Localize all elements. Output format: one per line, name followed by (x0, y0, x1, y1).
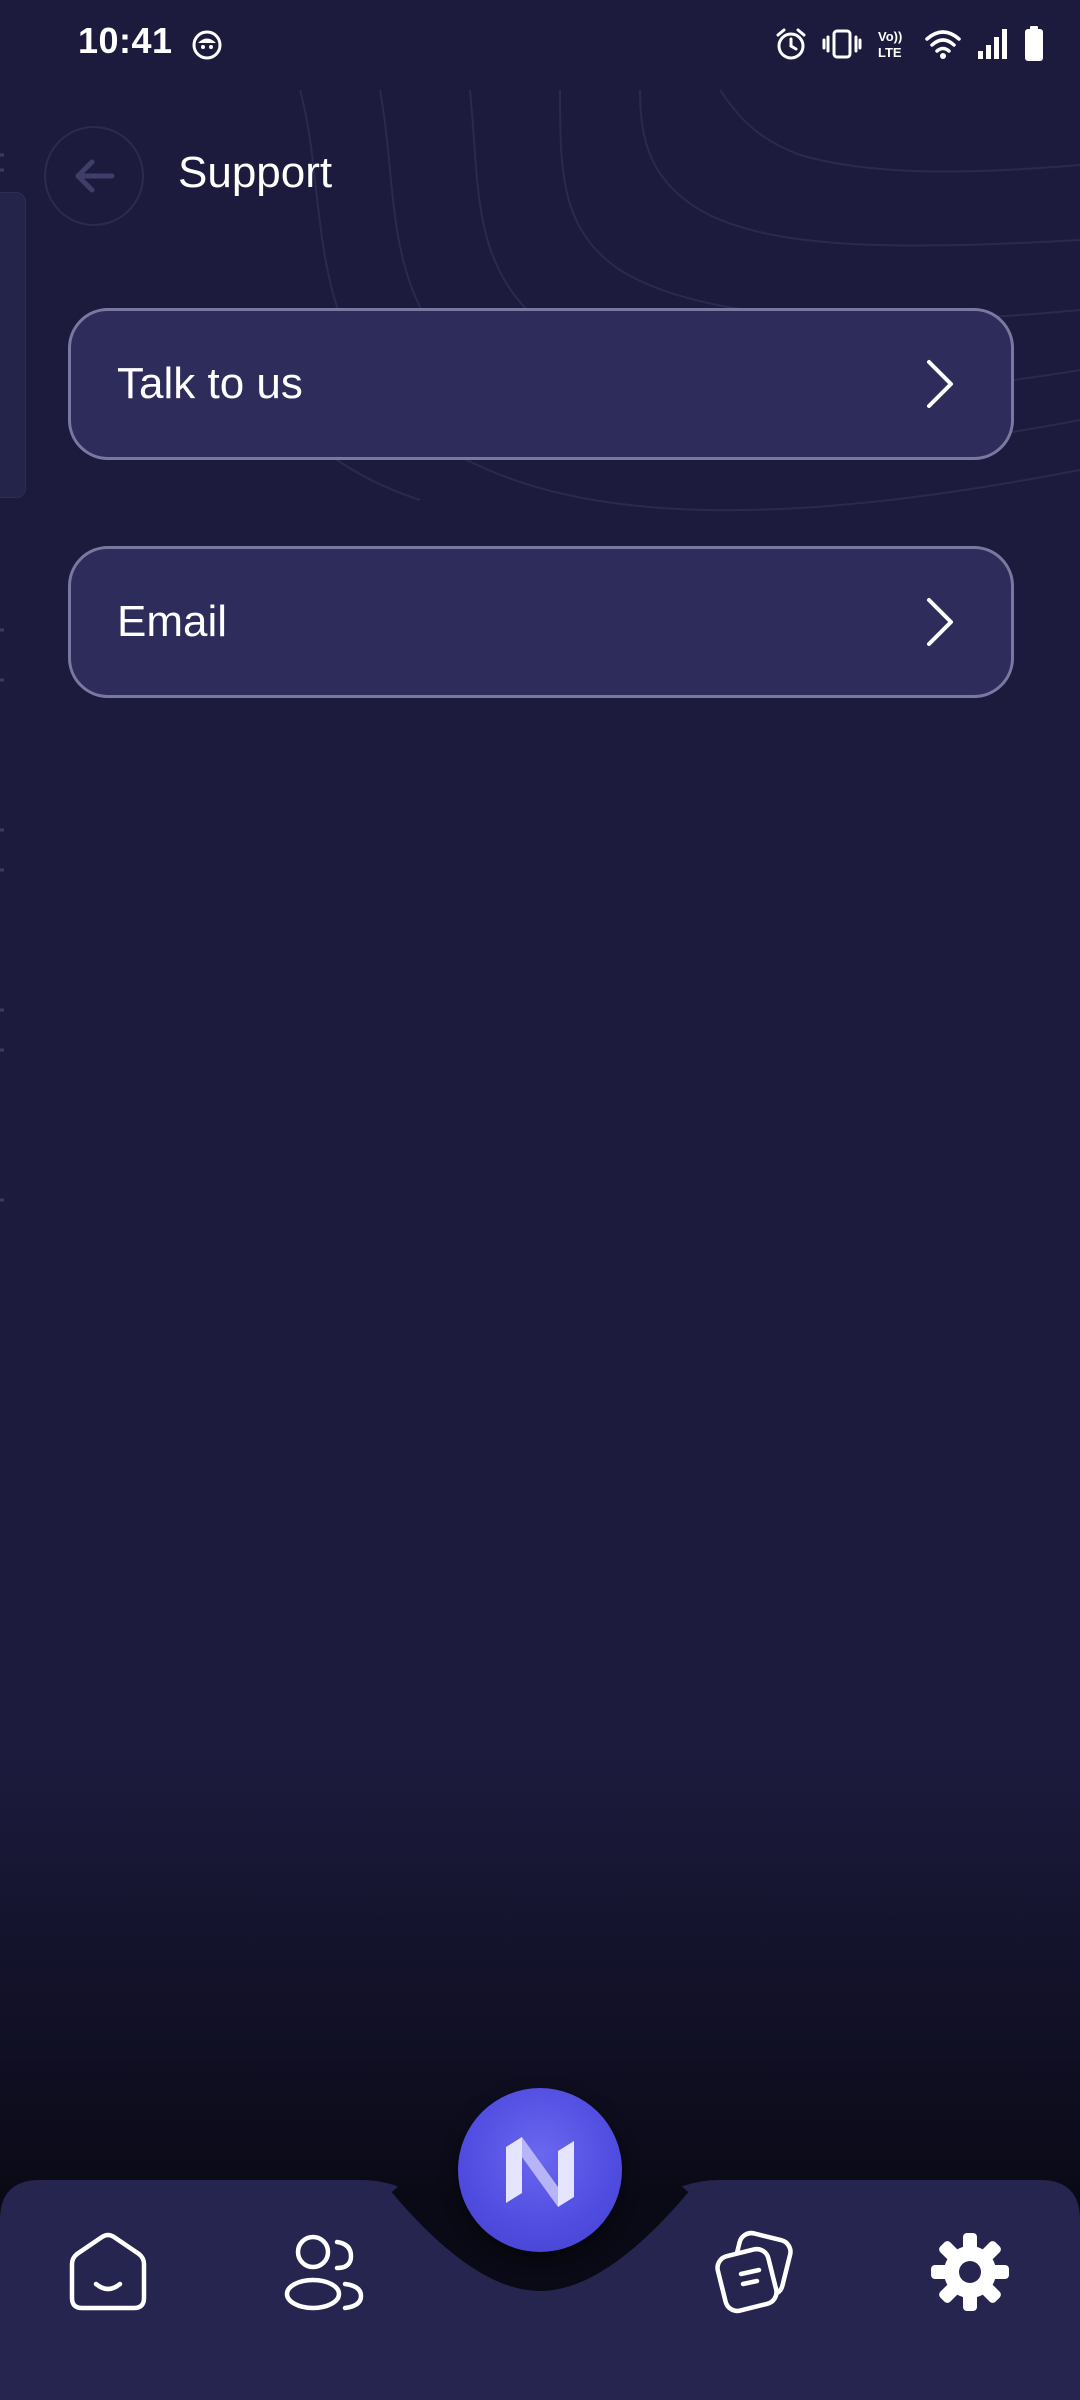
alarm-icon (776, 28, 806, 60)
option-label: Email (117, 597, 228, 646)
center-action-button[interactable] (458, 2088, 622, 2252)
nav-notes[interactable] (706, 2222, 806, 2322)
svg-text:Vo)): Vo)) (878, 29, 902, 44)
app-notification-icon (192, 30, 222, 60)
battery-icon (1025, 26, 1043, 61)
gear-icon (931, 2233, 1009, 2311)
side-drawer-handle[interactable] (0, 192, 26, 498)
nav-home[interactable] (58, 2222, 158, 2322)
chevron-right-icon (927, 360, 953, 408)
status-time: 10:41 (78, 20, 173, 61)
brand-logo-n-icon (506, 2137, 574, 2207)
wifi-icon (925, 30, 961, 59)
email-option[interactable]: Email (68, 546, 1014, 698)
nav-settings[interactable] (920, 2222, 1020, 2322)
notes-icon (715, 2230, 793, 2314)
talk-to-us-option[interactable]: Talk to us (68, 308, 1014, 460)
nav-people[interactable] (274, 2222, 374, 2322)
people-icon (284, 2234, 364, 2311)
arrow-left-icon (75, 159, 115, 193)
signal-icon (978, 29, 1007, 59)
back-button[interactable] (44, 126, 144, 226)
chevron-right-icon (927, 598, 953, 646)
option-label: Talk to us (117, 359, 303, 408)
edge-ticks (0, 153, 4, 1202)
vibrate-icon (822, 29, 862, 59)
home-icon (69, 2232, 147, 2311)
status-bar: 10:41 Vo)) LTE (0, 0, 1080, 90)
page-title: Support (178, 148, 333, 197)
volte-icon: Vo)) LTE (878, 29, 902, 60)
svg-text:LTE: LTE (878, 45, 902, 60)
